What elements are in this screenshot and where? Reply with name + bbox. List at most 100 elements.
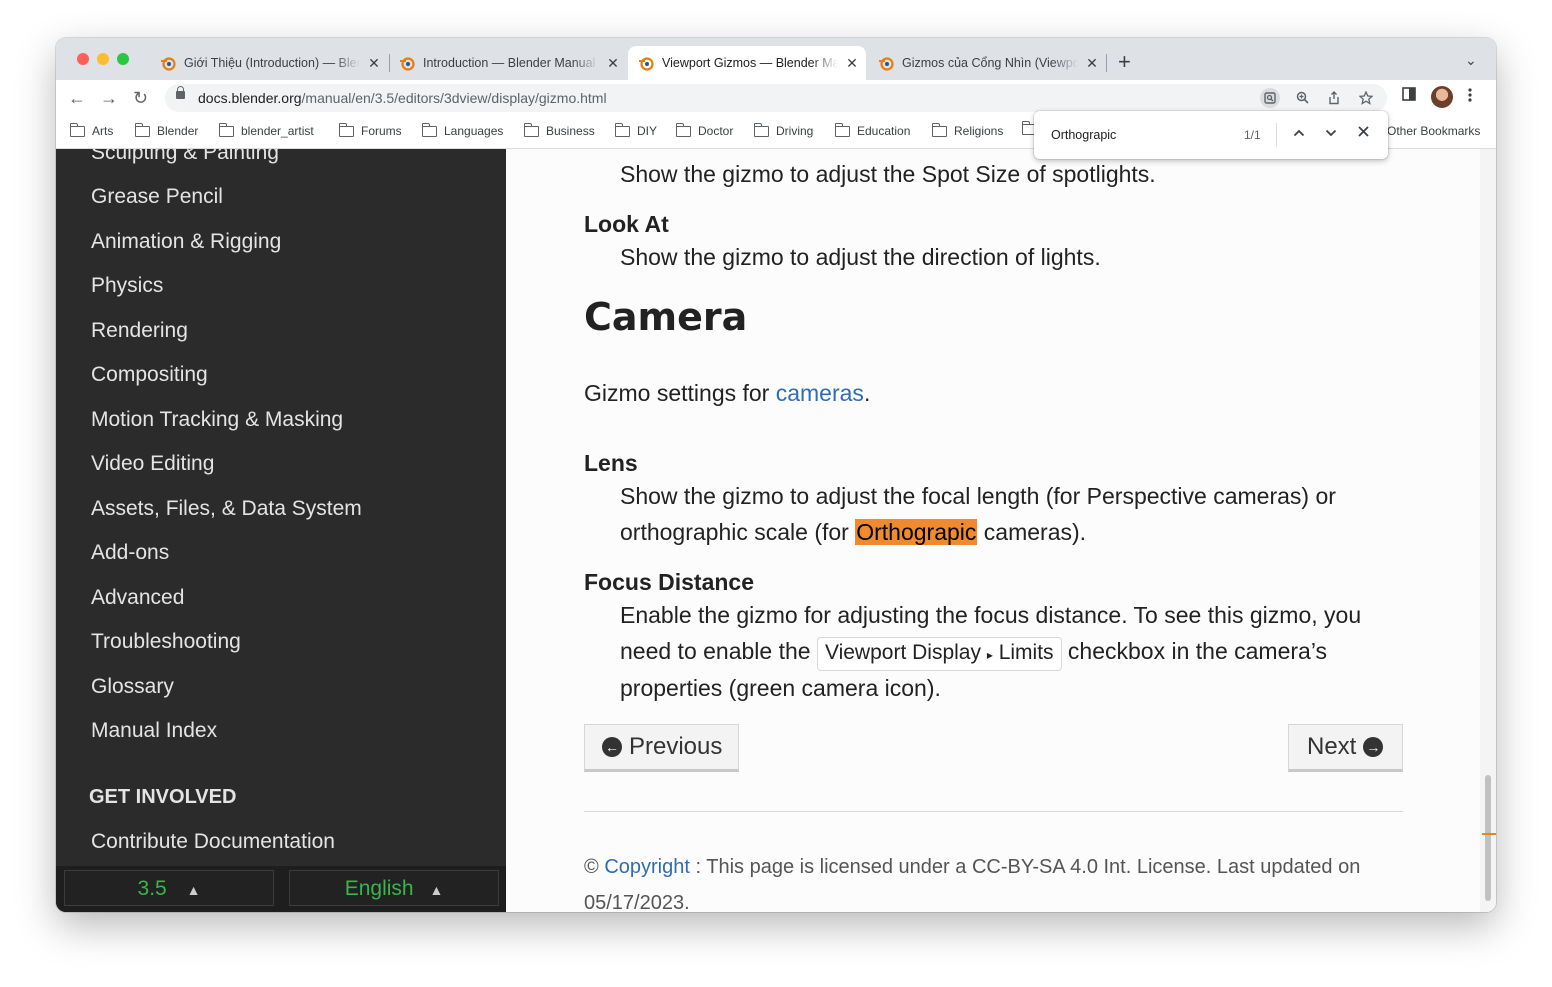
camera-intro-text: Gizmo settings for bbox=[584, 380, 776, 406]
new-tab-button[interactable]: + bbox=[1118, 50, 1131, 74]
tab-separator bbox=[389, 54, 390, 72]
other-bookmarks[interactable]: Other Bookmarks bbox=[1387, 124, 1480, 138]
bookmark-folder[interactable]: Education bbox=[834, 122, 911, 138]
language-selector[interactable]: English ▲ bbox=[289, 870, 499, 906]
tab-search-chevron-icon[interactable]: ⌄ bbox=[1465, 52, 1477, 69]
bookmark-folder[interactable]: blender_artist bbox=[218, 122, 314, 138]
sidebar-item-compositing[interactable]: Compositing bbox=[91, 363, 208, 387]
tab-4[interactable]: Gizmos của Cổng Nhìn (Viewport Gizmos) ✕ bbox=[878, 46, 1100, 80]
copyright-link[interactable]: Copyright bbox=[604, 856, 690, 878]
bookmark-folder[interactable]: Arts bbox=[69, 122, 114, 138]
page-viewport: Sculpting & Painting Grease Pencil Anima… bbox=[56, 149, 1496, 912]
find-in-page-icon[interactable] bbox=[1260, 88, 1280, 108]
bookmark-label: Languages bbox=[444, 124, 504, 138]
tab-title: Gizmos của Cổng Nhìn (Viewport Gizmos) bbox=[902, 56, 1078, 70]
menu-kebab-icon[interactable] bbox=[1468, 87, 1472, 107]
last-updated-date: 05/17/2023. bbox=[584, 892, 690, 912]
sidebar-item-sculpting[interactable]: Sculpting & Painting bbox=[91, 149, 279, 165]
focus-description-line1: Enable the gizmo for adjusting the focus… bbox=[620, 602, 1362, 628]
folder-icon bbox=[675, 122, 691, 137]
bookmark-folder[interactable]: Languages bbox=[421, 122, 504, 138]
close-icon[interactable]: ✕ bbox=[1084, 55, 1100, 72]
scrollbar-thumb[interactable] bbox=[1485, 775, 1491, 901]
sidebar-item-grease-pencil[interactable]: Grease Pencil bbox=[91, 185, 223, 209]
language-value: English bbox=[344, 877, 414, 900]
tab-1[interactable]: Giới Thiệu (Introduction) — Blender Manu… bbox=[160, 46, 382, 80]
find-close-button[interactable] bbox=[1353, 124, 1373, 141]
close-icon[interactable]: ✕ bbox=[366, 55, 382, 72]
find-input[interactable]: Orthograpic bbox=[1051, 128, 1116, 142]
main-content: Show the gizmo to adjust the Spot Size o… bbox=[506, 149, 1480, 912]
find-next-button[interactable] bbox=[1321, 124, 1341, 141]
tab-2[interactable]: Introduction — Blender Manual ✕ bbox=[399, 46, 621, 80]
bookmark-folder[interactable]: Religions bbox=[931, 122, 1003, 138]
bookmark-label: blender_artist bbox=[241, 124, 314, 138]
next-label: Next bbox=[1307, 733, 1357, 760]
bookmark-label: Blender bbox=[157, 124, 199, 138]
sidebar-item-rendering[interactable]: Rendering bbox=[91, 319, 188, 343]
bookmark-label: Business bbox=[546, 124, 595, 138]
back-button[interactable]: ← bbox=[68, 86, 86, 110]
sidebar-item-addons[interactable]: Add-ons bbox=[91, 541, 169, 565]
side-panel-icon[interactable] bbox=[1402, 87, 1416, 105]
camera-intro-period: . bbox=[863, 380, 871, 406]
lock-icon[interactable] bbox=[176, 86, 185, 99]
forward-button[interactable]: → bbox=[100, 86, 118, 110]
bookmark-label: Arts bbox=[92, 124, 114, 138]
zoom-icon[interactable] bbox=[1292, 88, 1312, 108]
docs-sidebar: Sculpting & Painting Grease Pencil Anima… bbox=[56, 149, 506, 912]
sidebar-item-manual-index[interactable]: Manual Index bbox=[91, 719, 217, 743]
look-at-term: Look At bbox=[584, 211, 669, 237]
sidebar-item-motion-tracking[interactable]: Motion Tracking & Masking bbox=[91, 408, 343, 432]
close-icon[interactable]: ✕ bbox=[844, 55, 860, 72]
tab-active[interactable]: Viewport Gizmos — Blender Manual ✕ bbox=[628, 46, 866, 80]
bookmark-folder[interactable]: Forums bbox=[338, 122, 402, 138]
sidebar-item-contribute[interactable]: Contribute Documentation bbox=[91, 830, 335, 854]
reload-button[interactable]: ↻ bbox=[133, 86, 148, 110]
sidebar-item-animation[interactable]: Animation & Rigging bbox=[91, 230, 281, 254]
sidebar-item-assets[interactable]: Assets, Files, & Data System bbox=[91, 497, 362, 521]
blender-icon bbox=[161, 57, 176, 71]
version-selector[interactable]: 3.5 ▲ bbox=[64, 870, 274, 906]
blender-icon bbox=[639, 57, 654, 71]
sidebar-item-glossary[interactable]: Glossary bbox=[91, 675, 174, 699]
bookmark-label: Education bbox=[857, 124, 911, 138]
sidebar-item-troubleshooting[interactable]: Troubleshooting bbox=[91, 630, 241, 654]
find-highlight: Orthograpic bbox=[855, 519, 978, 545]
bookmark-folder[interactable]: Business bbox=[523, 122, 595, 138]
bookmark-folder[interactable]: Blender bbox=[134, 122, 199, 138]
sidebar-item-advanced[interactable]: Advanced bbox=[91, 586, 184, 610]
tab-title: Introduction — Blender Manual bbox=[423, 56, 596, 70]
folder-icon bbox=[338, 122, 354, 137]
sidebar-item-physics[interactable]: Physics bbox=[91, 274, 163, 298]
folder-icon bbox=[421, 122, 437, 137]
bookmark-folder[interactable]: DIY bbox=[614, 122, 657, 138]
focus-text: need to enable the bbox=[620, 638, 817, 664]
address-bar[interactable]: docs.blender.org/manual/en/3.5/editors/3… bbox=[165, 84, 1387, 112]
focus-description-line3: properties (green camera icon). bbox=[620, 675, 941, 701]
folder-icon bbox=[834, 122, 850, 137]
menu-path-part: Viewport Display bbox=[824, 641, 981, 664]
tab-title: Giới Thiệu (Introduction) — Blender Manu… bbox=[184, 56, 360, 70]
share-icon[interactable] bbox=[1324, 88, 1344, 108]
url-text[interactable]: docs.blender.org/manual/en/3.5/editors/3… bbox=[198, 90, 607, 106]
find-match-marker bbox=[1482, 833, 1496, 835]
profile-avatar[interactable] bbox=[1431, 86, 1453, 108]
focus-distance-term: Focus Distance bbox=[584, 569, 754, 595]
minimize-window-button[interactable] bbox=[97, 53, 109, 65]
zoom-window-button[interactable] bbox=[117, 53, 129, 65]
close-icon[interactable]: ✕ bbox=[605, 55, 621, 72]
bookmark-folder[interactable]: Driving bbox=[753, 122, 813, 138]
bookmark-folder[interactable]: Doctor bbox=[675, 122, 733, 138]
sidebar-item-video-editing[interactable]: Video Editing bbox=[91, 452, 214, 476]
close-window-button[interactable] bbox=[77, 53, 89, 65]
folder-icon bbox=[218, 122, 234, 137]
page-scrollbar[interactable] bbox=[1480, 149, 1496, 912]
next-button[interactable]: Next → bbox=[1288, 724, 1403, 772]
previous-button[interactable]: ← Previous bbox=[584, 724, 739, 772]
url-host: docs.blender.org bbox=[198, 90, 302, 106]
find-previous-button[interactable] bbox=[1289, 124, 1309, 141]
bookmark-star-icon[interactable] bbox=[1356, 88, 1376, 108]
lens-text: orthographic scale (for bbox=[620, 519, 856, 545]
cameras-link[interactable]: cameras bbox=[776, 380, 864, 406]
